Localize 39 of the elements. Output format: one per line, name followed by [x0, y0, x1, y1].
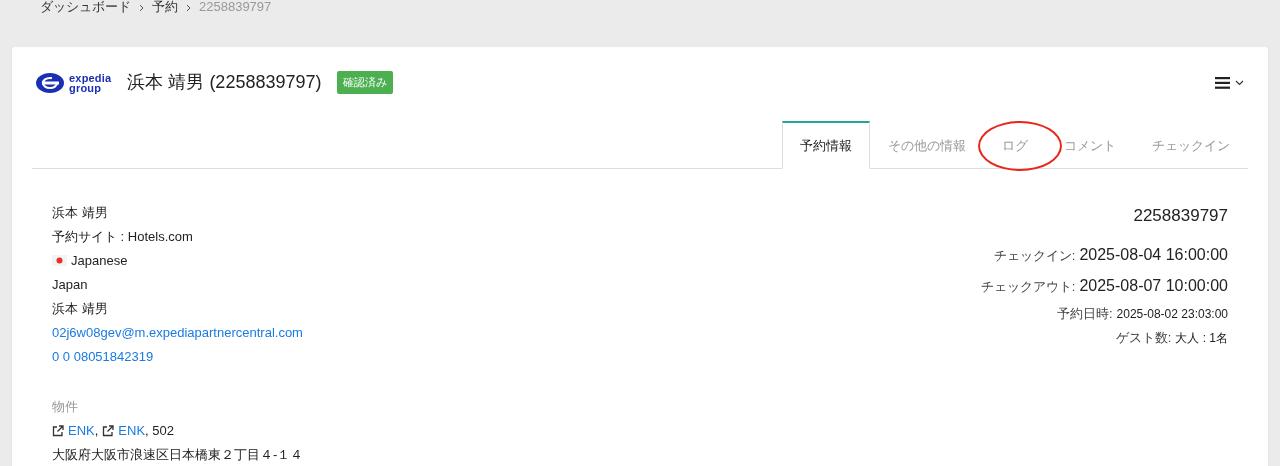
logo-text: expedia — [69, 72, 112, 83]
detail-value: 2025-08-02 23:03:00 — [1116, 307, 1228, 321]
detail-value: 2025-08-07 10:00:00 — [1079, 277, 1228, 294]
room-text: , 502 — [145, 421, 174, 440]
breadcrumb-item[interactable]: ダッシュボード — [40, 0, 131, 14]
status-badge: 確認済み — [337, 71, 394, 94]
property-label: 物件 — [52, 397, 79, 416]
detail-value: 大人 : 1名 — [1175, 331, 1228, 345]
tab[interactable]: 予約情報 — [782, 121, 870, 169]
contact-link[interactable]: 02j6w08gev@m.expediapartnercentral.com — [52, 324, 303, 340]
detail-label: 予約日時: — [1056, 306, 1113, 321]
tab[interactable]: ログ — [984, 121, 1046, 169]
contact-link[interactable]: 0 0 08051842319 — [52, 348, 154, 364]
reservation-title: 浜本 靖男 (2258839797) — [127, 71, 322, 94]
detail-value: 2025-08-04 16:00:00 — [1079, 246, 1228, 263]
breadcrumb-item: 2258839797 — [199, 0, 272, 14]
language-text: Japanese — [71, 251, 128, 270]
reservation-id: 2258839797 — [1132, 204, 1228, 227]
breadcrumb-item[interactable]: 予約 — [152, 0, 178, 14]
detail-label: ゲスト数: — [1115, 330, 1172, 345]
guest-info-text: 予約サイト : Hotels.com — [52, 227, 194, 246]
detail-label: チェックイン: — [993, 248, 1076, 263]
logo-icon — [35, 71, 65, 94]
tab[interactable]: その他の情報 — [870, 121, 984, 169]
property-link[interactable]: ENK — [68, 418, 95, 443]
menu-button[interactable] — [1215, 76, 1244, 89]
flag-icon — [52, 255, 67, 266]
menu-icon — [1215, 76, 1231, 89]
external-link-icon — [102, 424, 115, 437]
detail-label: チェックアウト: — [980, 279, 1076, 294]
tab[interactable]: チェックイン — [1134, 121, 1248, 169]
tab[interactable]: コメント — [1046, 121, 1134, 169]
caret-icon — [1235, 79, 1244, 86]
guest-info-text: Japan — [52, 275, 89, 294]
guest-info-text: 浜本 靖男 — [52, 299, 109, 318]
address-text: 大阪府大阪市浪速区日本橋東２丁目４-１４ — [52, 445, 304, 464]
external-link-icon — [52, 424, 64, 437]
guest-info-text: 浜本 靖男 — [52, 203, 109, 222]
separator-text: , — [94, 421, 99, 440]
